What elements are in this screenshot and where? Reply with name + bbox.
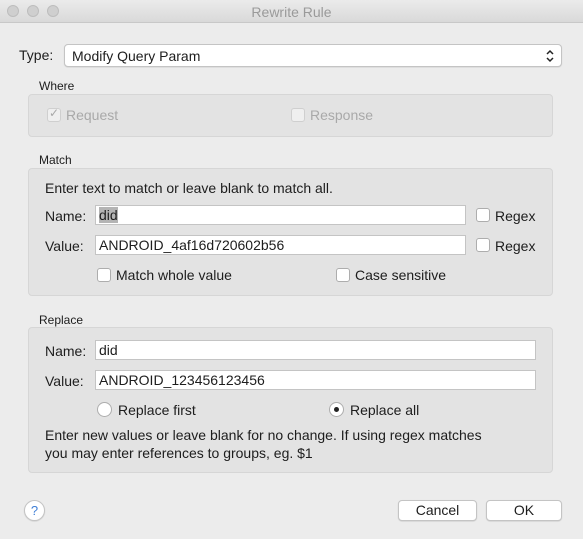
replace-first-radio[interactable] — [97, 402, 112, 417]
replace-value-label: Value: — [45, 373, 84, 389]
replace-name-input[interactable]: did — [95, 340, 536, 360]
match-value-text: ANDROID_4af16d720602b56 — [99, 237, 285, 253]
replace-all-label: Replace all — [350, 402, 420, 418]
match-name-label: Name: — [45, 208, 87, 224]
response-checkbox[interactable] — [291, 108, 305, 122]
window-title: Rewrite Rule — [251, 4, 332, 20]
match-value-regex-label: Regex — [495, 238, 536, 254]
request-checkbox[interactable]: ✓ — [47, 106, 61, 122]
match-value-label: Value: — [45, 238, 84, 254]
match-name-regex-checkbox[interactable] — [476, 208, 490, 222]
match-name-input[interactable]: did — [95, 205, 466, 225]
checkmark-icon: ✓ — [49, 106, 60, 120]
match-whole-value-checkbox[interactable] — [97, 268, 111, 282]
case-sensitive-label: Case sensitive — [355, 267, 447, 283]
replace-all-radio[interactable] — [329, 402, 344, 417]
match-name-regex-label: Regex — [495, 208, 536, 224]
updown-chevron-icon — [546, 49, 554, 63]
match-whole-value-label: Match whole value — [116, 267, 232, 283]
help-button[interactable]: ? — [24, 500, 45, 521]
cancel-button[interactable]: Cancel — [398, 500, 477, 521]
match-value-regex-checkbox[interactable] — [476, 238, 490, 252]
match-value-input[interactable]: ANDROID_4af16d720602b56 — [95, 235, 466, 255]
match-name-value: did — [99, 207, 118, 223]
replace-name-value: did — [99, 342, 118, 358]
where-section-label: Where — [39, 79, 75, 93]
case-sensitive-checkbox[interactable] — [336, 268, 350, 282]
match-section-label: Match — [39, 153, 72, 167]
response-checkbox-label: Response — [310, 107, 374, 123]
match-hint: Enter text to match or leave blank to ma… — [45, 180, 333, 196]
ok-button[interactable]: OK — [486, 500, 562, 521]
replace-section-label: Replace — [39, 313, 84, 327]
replace-value-text: ANDROID_123456123456 — [99, 372, 265, 388]
type-select[interactable]: Modify Query Param — [64, 44, 562, 67]
replace-value-input[interactable]: ANDROID_123456123456 — [95, 370, 536, 390]
replace-name-label: Name: — [45, 343, 87, 359]
title-bar: Rewrite Rule — [0, 0, 583, 23]
replace-first-label: Replace first — [118, 402, 196, 418]
request-checkbox-label: Request — [66, 107, 119, 123]
type-label: Type: — [19, 47, 54, 63]
type-select-value: Modify Query Param — [72, 48, 201, 64]
radio-selected-dot-icon — [334, 407, 339, 412]
replace-hint-line1: Enter new values or leave blank for no c… — [45, 427, 482, 443]
replace-hint-line2: you may enter references to groups, eg. … — [45, 445, 313, 461]
